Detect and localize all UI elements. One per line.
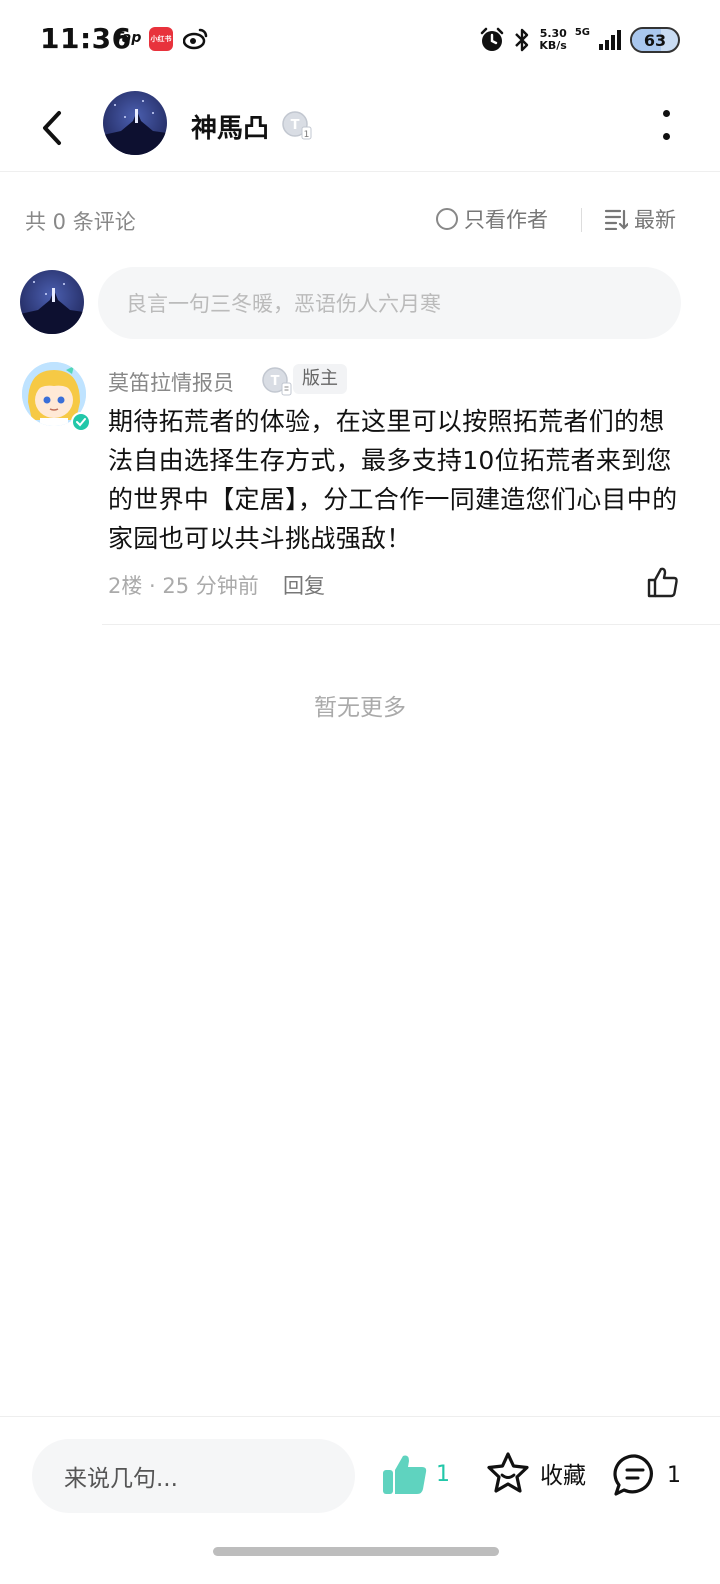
xiaohongshu-app-icon: 小红书 [149, 27, 173, 51]
weibo-icon [183, 28, 208, 50]
bluetooth-icon [515, 28, 529, 52]
thumbs-up-filled-icon [383, 1455, 427, 1494]
level-badge-icon: T 1 [282, 111, 312, 140]
more-dot [662, 110, 670, 117]
thumbs-up-icon[interactable] [646, 565, 680, 599]
comment-count-badge: 1 [667, 1462, 681, 1488]
checkmark-icon [76, 418, 86, 427]
divider [581, 208, 582, 232]
commenter-name[interactable]: 莫笛拉情报员 [108, 367, 234, 397]
chevron-left-icon [43, 111, 61, 145]
comment-bubble-icon [613, 1454, 653, 1496]
taptap-app-icon: Tap [114, 30, 142, 46]
favorite-button[interactable]: 收藏 [485, 1451, 586, 1495]
star-icon [487, 1452, 529, 1493]
favorite-label: 收藏 [540, 1463, 586, 1489]
alarm-icon [481, 27, 504, 51]
bottom-action-bar: 来说几句... 1 收藏 1 [0, 1416, 720, 1584]
list-end-text: 暂无更多 [314, 695, 406, 721]
svg-text:T: T [291, 118, 300, 133]
network-type: 5G [574, 26, 590, 38]
avatar-image [103, 91, 167, 155]
like-count: 1 [436, 1461, 450, 1487]
radio-icon [436, 208, 458, 230]
battery-percent: 63 [643, 30, 667, 50]
more-options-button[interactable] [660, 110, 672, 140]
only-author-label: 只看作者 [464, 208, 548, 232]
header: 神馬凸 T 1 [0, 84, 720, 172]
signal-icon [599, 30, 621, 50]
comment-divider [102, 624, 720, 625]
svg-text:1: 1 [304, 130, 310, 140]
comment-compose-input[interactable]: 良言一句三冬暖，恶语伤人六月寒 [98, 267, 681, 339]
comments-button[interactable]: 1 [612, 1453, 681, 1497]
sort-icon [604, 209, 628, 230]
reply-button[interactable]: 回复 [283, 570, 325, 600]
battery-indicator: 63 [630, 27, 680, 53]
comment-count: 共 0 条评论 [25, 210, 136, 234]
comment-body: 期待拓荒者的体验，在这里可以按照拓荒者们的想法自由选择生存方式，最多支持10位拓… [108, 407, 678, 553]
network-speed: 5.30 KB/s [539, 28, 566, 52]
more-dot [662, 133, 670, 140]
avatar-image [20, 270, 84, 334]
sort-button[interactable]: 最新 [604, 204, 676, 234]
status-bar: 11:36 Tap 小红书 5.30 KB/s 5G 63 [0, 0, 720, 80]
reply-input[interactable]: 来说几句... [32, 1439, 355, 1513]
level-badge-icon: T [262, 367, 292, 396]
moderator-badge: 版主 [293, 364, 347, 394]
network-speed-unit: KB/s [539, 39, 567, 52]
comment-meta: 2楼 · 25 分钟前 [108, 574, 259, 598]
verified-badge-icon [71, 412, 91, 432]
back-button[interactable] [34, 106, 70, 150]
author-name[interactable]: 神馬凸 [191, 108, 269, 145]
author-avatar[interactable] [103, 91, 167, 155]
home-indicator[interactable] [213, 1547, 499, 1556]
sort-label: 最新 [634, 208, 676, 232]
svg-text:T: T [271, 374, 280, 389]
like-button[interactable]: 1 [382, 1453, 450, 1495]
my-avatar [20, 270, 84, 334]
only-author-toggle[interactable]: 只看作者 [436, 204, 548, 234]
status-icons: 5.30 KB/s 5G 63 [479, 22, 680, 58]
comment-filter-bar: 共 0 条评论 只看作者 最新 [0, 192, 720, 246]
